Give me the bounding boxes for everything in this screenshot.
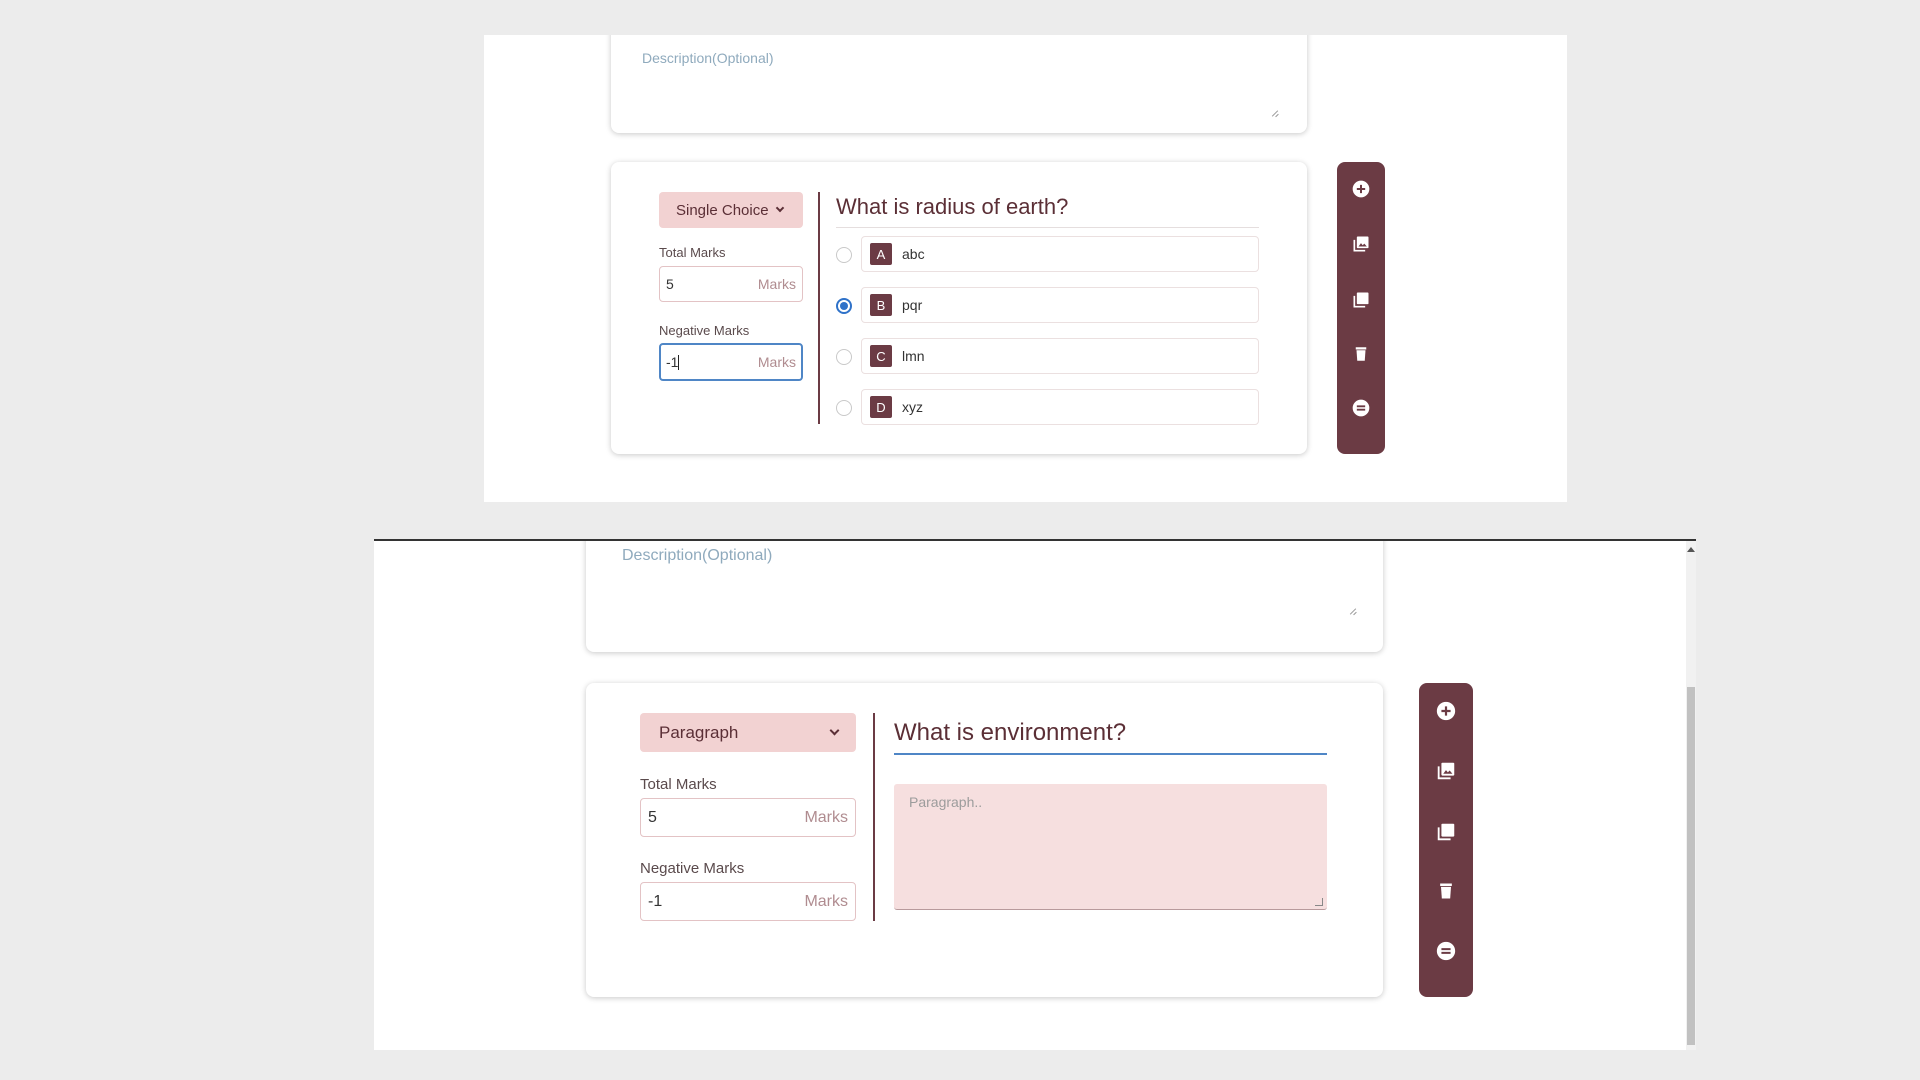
option-radio[interactable] <box>836 247 852 263</box>
option-row: Bpqr <box>836 287 1259 323</box>
option-letter-badge: B <box>870 294 892 316</box>
add-section-button[interactable] <box>1349 396 1373 420</box>
resize-grip-icon[interactable] <box>1349 607 1357 615</box>
total-marks-input[interactable]: 5 Marks <box>640 798 856 837</box>
option-row: Aabc <box>836 236 1259 272</box>
duplicate-button[interactable] <box>1434 820 1458 844</box>
negative-marks-input[interactable]: -1 Marks <box>640 882 856 921</box>
resize-grip-icon[interactable] <box>1315 898 1323 906</box>
total-marks-value: 5 <box>666 276 674 292</box>
scroll-thumb[interactable] <box>1687 687 1695 1045</box>
copy-icon <box>1353 292 1369 308</box>
total-marks-label: Total Marks <box>640 776 717 793</box>
marks-unit: Marks <box>804 892 848 910</box>
image-icon <box>1353 236 1369 252</box>
copy-icon <box>1437 823 1455 841</box>
option-input[interactable]: Aabc <box>861 236 1259 272</box>
description-card: Description(Optional) <box>611 35 1307 133</box>
delete-button[interactable] <box>1434 879 1458 903</box>
add-circle-icon <box>1436 701 1456 721</box>
section-icon <box>1352 399 1370 417</box>
delete-icon <box>1440 883 1452 899</box>
question-title-input[interactable]: What is radius of earth? <box>836 194 1068 220</box>
marks-unit: Marks <box>804 808 848 826</box>
scroll-up-arrow-icon[interactable] <box>1687 547 1695 552</box>
question-toolbar <box>1419 683 1473 997</box>
negative-marks-label: Negative Marks <box>640 860 745 877</box>
resize-grip-icon[interactable] <box>1271 109 1279 117</box>
description-input[interactable]: Description(Optional) <box>622 547 772 565</box>
option-text: lmn <box>902 348 925 364</box>
add-question-button[interactable] <box>1434 699 1458 723</box>
option-input[interactable]: Clmn <box>861 338 1259 374</box>
chevron-down-icon <box>829 725 840 735</box>
option-input[interactable]: Dxyz <box>861 389 1259 425</box>
text-caret <box>678 355 680 371</box>
option-radio[interactable] <box>836 400 852 416</box>
negative-marks-value: -1 <box>648 892 663 910</box>
add-circle-icon <box>1352 180 1370 198</box>
question-type-select[interactable]: Single Choice <box>659 192 803 228</box>
marks-unit: Marks <box>757 276 796 292</box>
option-input[interactable]: Bpqr <box>861 287 1259 323</box>
negative-marks-value: -1 <box>666 353 679 370</box>
add-question-button[interactable] <box>1349 177 1373 201</box>
chevron-down-icon <box>775 203 784 213</box>
negative-marks-input[interactable]: -1 Marks <box>659 343 803 381</box>
description-card: Description(Optional) <box>586 541 1383 652</box>
add-image-button[interactable] <box>1349 232 1373 256</box>
column-divider <box>873 713 875 921</box>
option-text: abc <box>902 246 925 262</box>
negative-marks-label: Negative Marks <box>659 323 750 338</box>
total-marks-input[interactable]: 5 Marks <box>659 266 803 302</box>
total-marks-value: 5 <box>648 808 657 826</box>
option-row: Clmn <box>836 338 1259 374</box>
paragraph-answer-area[interactable]: Paragraph.. <box>894 784 1327 910</box>
duplicate-button[interactable] <box>1349 288 1373 312</box>
question-title-underline <box>836 227 1259 228</box>
add-section-button[interactable] <box>1434 939 1458 963</box>
marks-unit: Marks <box>757 354 796 370</box>
option-letter-badge: D <box>870 396 892 418</box>
option-row: Dxyz <box>836 389 1259 425</box>
image-icon <box>1437 762 1455 780</box>
question-title-underline <box>894 753 1327 755</box>
add-image-button[interactable] <box>1434 759 1458 783</box>
question-toolbar <box>1337 162 1385 454</box>
question-title-input[interactable]: What is environment? <box>894 719 1126 747</box>
column-divider <box>818 192 820 424</box>
scrollbar[interactable] <box>1686 541 1696 1050</box>
bottom-screenshot-panel: Description(Optional) Paragraph Total Ma… <box>374 539 1696 1050</box>
question-card: Single Choice Total Marks 5 Marks Negati… <box>611 162 1307 454</box>
option-text: pqr <box>902 297 923 313</box>
section-icon <box>1436 941 1456 961</box>
top-screenshot-panel: Description(Optional) Single Choice Tota… <box>484 35 1567 502</box>
delete-button[interactable] <box>1349 342 1373 366</box>
option-letter-badge: C <box>870 345 892 367</box>
option-radio[interactable] <box>836 298 852 314</box>
option-radio[interactable] <box>836 349 852 365</box>
description-input[interactable]: Description(Optional) <box>642 50 774 66</box>
question-type-label: Single Choice <box>676 201 769 219</box>
paragraph-placeholder: Paragraph.. <box>909 794 983 810</box>
option-text: xyz <box>902 399 923 415</box>
question-card: Paragraph Total Marks 5 Marks Negative M… <box>586 683 1383 997</box>
option-letter-badge: A <box>870 243 892 265</box>
question-type-select[interactable]: Paragraph <box>640 713 856 752</box>
total-marks-label: Total Marks <box>659 245 726 260</box>
delete-icon <box>1355 347 1367 361</box>
question-type-label: Paragraph <box>659 722 739 742</box>
